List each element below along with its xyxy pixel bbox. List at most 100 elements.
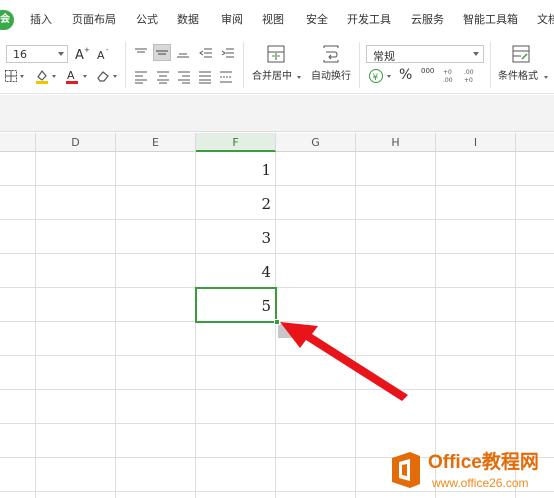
align-top-icon[interactable] <box>133 46 149 60</box>
svg-text:+0: +0 <box>464 77 473 83</box>
start-menu-label: 会 <box>0 14 10 25</box>
merge-center-icon[interactable] <box>266 44 286 64</box>
ribbon-separator <box>490 42 491 88</box>
grid-line <box>0 423 554 424</box>
percent-button[interactable]: % <box>399 67 412 83</box>
menu-insert[interactable]: 插入 <box>30 13 52 27</box>
grid-line <box>35 152 36 498</box>
ribbon-toolbar: 16 A + A - A 合并居中 自动换行 常规 ¥ % 000 +0 .00… <box>0 38 554 94</box>
menu-smart-toolbox[interactable]: 智能工具箱 <box>463 13 518 27</box>
merge-center-dropdown-icon[interactable] <box>297 76 301 79</box>
column-header-g[interactable]: G <box>276 133 356 152</box>
font-size-value: 16 <box>13 48 27 61</box>
svg-text:.00: .00 <box>464 69 474 76</box>
align-left-icon[interactable] <box>133 70 149 84</box>
cell-f3[interactable]: 3 <box>201 229 271 247</box>
currency-icon[interactable]: ¥ <box>368 68 384 84</box>
eraser-dropdown-icon[interactable] <box>113 75 117 78</box>
ribbon-separator <box>359 42 360 88</box>
grid-line <box>0 287 554 288</box>
fill-color-icon[interactable] <box>34 68 50 84</box>
grid-line <box>115 152 116 498</box>
number-format-value: 常规 <box>373 50 395 63</box>
increase-decimal-icon[interactable]: +0 .00 <box>442 67 458 83</box>
ribbon-separator <box>125 42 126 88</box>
border-dropdown-icon[interactable] <box>20 75 24 78</box>
column-header-e[interactable]: E <box>116 133 196 152</box>
grid-line <box>195 152 196 498</box>
currency-dropdown-icon[interactable] <box>387 75 391 78</box>
increase-indent-icon[interactable] <box>220 46 236 60</box>
grid-line <box>355 152 356 498</box>
menu-view[interactable]: 视图 <box>262 13 284 27</box>
grid-line <box>0 355 554 356</box>
grid-line <box>0 389 554 390</box>
grid-line <box>0 185 554 186</box>
justify-icon[interactable] <box>197 70 213 84</box>
menu-data[interactable]: 数据 <box>177 13 199 27</box>
svg-text:+: + <box>84 46 90 54</box>
menu-security[interactable]: 安全 <box>306 13 328 27</box>
merge-center-label[interactable]: 合并居中 <box>252 71 292 83</box>
column-header-d[interactable]: D <box>36 133 116 152</box>
grid-line <box>0 253 554 254</box>
wrap-text-icon[interactable] <box>321 44 341 64</box>
wrap-text-label[interactable]: 自动换行 <box>311 71 351 83</box>
watermark: Office教程网 www.office26.com <box>388 446 554 498</box>
watermark-url: www.office26.com <box>432 476 529 490</box>
conditional-format-dropdown-icon[interactable] <box>544 76 548 79</box>
distributed-align-icon[interactable] <box>218 70 234 84</box>
border-icon[interactable] <box>4 69 18 83</box>
menu-formulas[interactable]: 公式 <box>136 13 158 27</box>
menu-document[interactable]: 文档 <box>537 13 554 27</box>
eraser-icon[interactable] <box>95 69 111 83</box>
menu-bar: 会 插入 页面布局 公式 数据 审阅 视图 安全 开发工具 云服务 智能工具箱 … <box>0 0 554 38</box>
svg-text:A: A <box>75 48 84 61</box>
menu-review[interactable]: 审阅 <box>221 13 243 27</box>
chevron-down-icon <box>473 52 479 56</box>
column-header-f[interactable]: F <box>196 133 276 152</box>
column-header-h[interactable]: H <box>356 133 436 152</box>
conditional-format-label[interactable]: 条件格式 <box>498 71 538 83</box>
align-center-icon[interactable] <box>155 70 171 84</box>
formula-bar-area <box>0 95 554 132</box>
svg-text:.00: .00 <box>443 77 453 83</box>
grid-line <box>0 219 554 220</box>
column-header-j[interactable] <box>516 133 554 152</box>
menu-developer[interactable]: 开发工具 <box>347 13 391 27</box>
svg-text:¥: ¥ <box>373 73 379 83</box>
align-bottom-icon[interactable] <box>175 46 191 60</box>
align-right-icon[interactable] <box>176 70 192 84</box>
column-header-i[interactable]: I <box>436 133 516 152</box>
font-size-select[interactable]: 16 <box>6 45 68 63</box>
decrease-font-icon[interactable]: A - <box>96 45 112 61</box>
svg-text:-: - <box>106 46 109 54</box>
thousands-separator-button[interactable]: 000 <box>421 67 434 75</box>
svg-text:A: A <box>97 49 105 61</box>
font-color-icon[interactable]: A <box>64 68 80 84</box>
watermark-title: Office教程网 <box>428 452 539 473</box>
align-middle-button[interactable] <box>153 44 171 61</box>
increase-font-icon[interactable]: A + <box>74 45 90 61</box>
office-logo-icon <box>392 452 420 488</box>
align-middle-icon <box>156 50 168 55</box>
chevron-down-icon <box>58 52 64 56</box>
cell-f1[interactable]: 1 <box>201 161 271 179</box>
grid-line <box>275 152 276 498</box>
number-format-select[interactable]: 常规 <box>366 45 484 63</box>
menu-page-layout[interactable]: 页面布局 <box>72 13 116 27</box>
fill-color-dropdown-icon[interactable] <box>52 75 56 78</box>
fill-handle[interactable] <box>274 319 280 325</box>
decrease-indent-icon[interactable] <box>198 46 214 60</box>
start-menu-button[interactable]: 会 <box>0 10 14 30</box>
cell-f4[interactable]: 4 <box>201 263 271 281</box>
decrease-decimal-icon[interactable]: .00 +0 <box>463 67 479 83</box>
font-color-dropdown-icon[interactable] <box>83 75 87 78</box>
cell-f2[interactable]: 2 <box>201 195 271 213</box>
active-cell-outline[interactable] <box>195 287 277 323</box>
column-header-c[interactable] <box>0 133 36 152</box>
fill-handle-shadow <box>278 324 292 338</box>
menu-cloud[interactable]: 云服务 <box>411 13 444 27</box>
column-header-row: D E F G H I <box>0 133 554 152</box>
conditional-format-icon[interactable] <box>511 44 531 64</box>
